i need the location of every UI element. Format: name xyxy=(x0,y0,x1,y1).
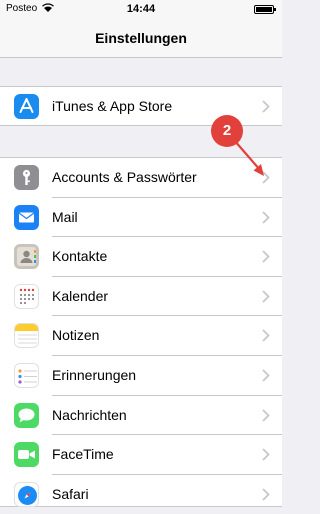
row-label: Accounts & Passwörter xyxy=(52,169,197,185)
settings-row-reminders[interactable]: Erinnerungen xyxy=(0,356,282,396)
row-label: Mail xyxy=(52,208,78,225)
chevron-right-icon xyxy=(262,488,270,501)
app-store-icon xyxy=(14,94,39,119)
row-label: Notizen xyxy=(52,327,100,344)
settings-group-store: iTunes & App Store xyxy=(0,86,282,126)
settings-row-mail[interactable]: Mail xyxy=(0,198,282,238)
settings-group-apps: Accounts & Passwörter Mail Kontakte Kale… xyxy=(0,157,282,507)
chevron-right-icon xyxy=(262,290,270,303)
messages-icon xyxy=(14,402,39,428)
row-label: Safari xyxy=(52,485,89,502)
chevron-right-icon xyxy=(262,408,270,422)
chevron-right-icon xyxy=(262,448,270,461)
reminders-icon xyxy=(14,362,39,388)
row-label: iTunes & App Store xyxy=(52,98,173,114)
contacts-icon xyxy=(14,244,39,270)
row-label: Erinnerungen xyxy=(52,366,137,383)
chevron-right-icon xyxy=(262,329,270,343)
chevron-right-icon xyxy=(262,100,270,113)
navigation-bar: Einstellungen xyxy=(0,20,282,58)
settings-row-notes[interactable]: Notizen xyxy=(0,316,282,356)
mail-icon xyxy=(14,204,39,230)
facetime-icon xyxy=(14,442,39,468)
row-label: FaceTime xyxy=(52,446,114,463)
chevron-right-icon xyxy=(262,210,270,224)
settings-row-messages[interactable]: Nachrichten xyxy=(0,396,282,436)
settings-row-contacts[interactable]: Kontakte xyxy=(0,237,282,277)
settings-row-calendar[interactable]: Kalender xyxy=(0,277,282,317)
row-label: Kontakte xyxy=(52,248,108,265)
settings-row-safari[interactable]: Safari xyxy=(0,475,282,514)
safari-icon xyxy=(14,481,39,507)
calendar-icon xyxy=(14,283,39,309)
callout-arrow-icon xyxy=(233,139,264,176)
chevron-right-icon xyxy=(262,369,270,382)
notes-icon xyxy=(14,323,39,349)
key-icon xyxy=(14,165,39,190)
chevron-right-icon xyxy=(262,250,270,263)
page-title: Einstellungen xyxy=(95,30,187,46)
status-time: 14:44 xyxy=(126,3,156,15)
row-label: Nachrichten xyxy=(52,406,127,423)
status-bar: Posteo 14:44 xyxy=(0,0,282,20)
row-label: Kalender xyxy=(52,287,109,304)
settings-row-facetime[interactable]: FaceTime xyxy=(0,435,282,475)
battery-icon xyxy=(254,5,276,14)
